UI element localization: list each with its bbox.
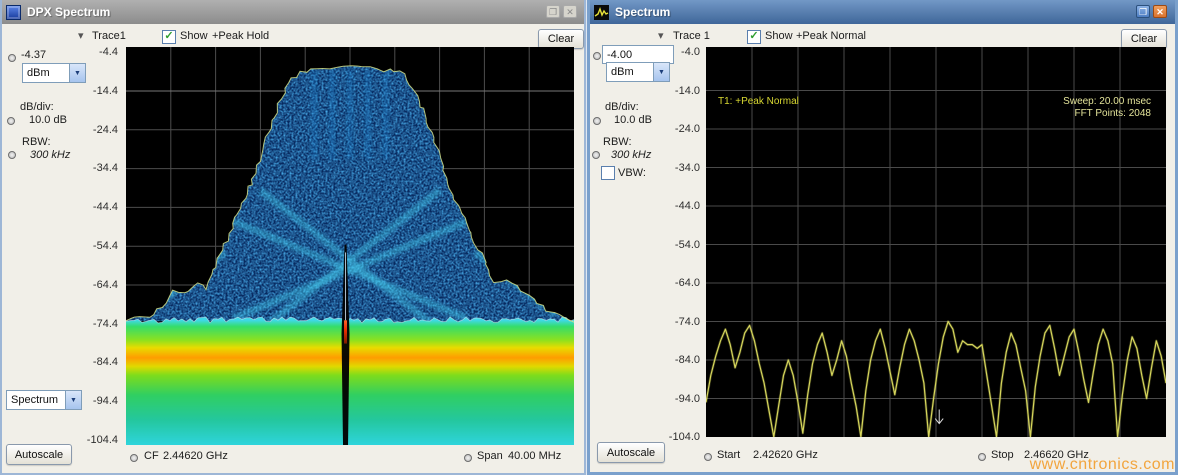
vbw-label: VBW:: [618, 167, 646, 179]
dpx-titlebar[interactable]: DPX Spectrum: [2, 0, 584, 24]
trace-info-annotation: T1: +Peak Normal: [718, 96, 799, 107]
y-axis-tick-label: -104.4: [68, 433, 118, 447]
restore-button[interactable]: [1136, 5, 1150, 18]
window-title: Spectrum: [615, 5, 670, 19]
rbw-label: RBW:: [603, 136, 632, 148]
detection-mode-label[interactable]: +Peak Normal: [796, 30, 866, 42]
db-div-label: dB/div:: [20, 101, 54, 113]
sweep-value: Sweep: 20.00 msec: [1063, 96, 1151, 108]
dropdown-arrow-icon[interactable]: [653, 63, 669, 81]
close-button[interactable]: [1153, 5, 1167, 18]
start-label: Start: [717, 449, 740, 461]
y-axis-tick-label: -64.0: [650, 276, 700, 290]
sweep-annotation: Sweep: 20.00 msec FFT Points: 2048: [1063, 96, 1151, 120]
db-div-value[interactable]: 10.0 dB: [29, 114, 67, 126]
units-dropdown[interactable]: dBm: [22, 63, 86, 83]
spectrum-window: Spectrum Trace 1 Show +Peak Normal Clear…: [587, 0, 1178, 475]
y-axis-tick-label: -94.4: [68, 394, 118, 408]
y-axis-tick-label: -84.0: [650, 353, 700, 367]
start-value[interactable]: 2.42620 GHz: [753, 449, 818, 461]
pin-icon[interactable]: [8, 54, 16, 62]
stop-label: Stop: [991, 449, 1014, 461]
y-axis-tick-label: -74.0: [650, 315, 700, 329]
trace-selector[interactable]: Trace1: [92, 30, 126, 42]
y-axis-tick-label: -4.0: [650, 45, 700, 59]
close-button[interactable]: [563, 5, 577, 18]
pin-icon[interactable]: [464, 454, 472, 462]
display-mode-value: Spectrum: [7, 394, 65, 406]
pin-icon[interactable]: [8, 151, 16, 159]
chevron-down-icon[interactable]: [78, 29, 84, 42]
units-value: dBm: [23, 67, 69, 79]
y-axis-tick-label: -54.4: [68, 239, 118, 253]
pin-icon[interactable]: [130, 454, 138, 462]
rbw-value[interactable]: 300 kHz: [611, 149, 651, 161]
show-checkbox[interactable]: [162, 30, 176, 44]
autoscale-button[interactable]: Autoscale: [597, 442, 665, 463]
dpx-app-icon: [6, 5, 21, 20]
y-axis-tick-label: -84.4: [68, 355, 118, 369]
cf-value[interactable]: 2.44620 GHz: [163, 450, 228, 462]
pin-icon[interactable]: [593, 52, 601, 60]
y-axis-tick-label: -14.4: [68, 84, 118, 98]
y-axis-tick-label: -14.0: [650, 84, 700, 98]
y-axis-tick-label: -24.0: [650, 122, 700, 136]
spectrum-titlebar[interactable]: Spectrum: [590, 0, 1175, 24]
y-axis-tick-label: -34.0: [650, 161, 700, 175]
window-title: DPX Spectrum: [27, 5, 110, 19]
trace-selector[interactable]: Trace 1: [673, 30, 710, 42]
units-value: dBm: [607, 66, 653, 78]
span-value[interactable]: 40.00 MHz: [508, 450, 561, 462]
span-label: Span: [477, 450, 503, 462]
spectrum-app-icon: [594, 5, 609, 20]
restore-button[interactable]: [546, 5, 560, 18]
dpx-spectrum-window: DPX Spectrum Trace1 Show +Peak Hold Clea…: [0, 0, 586, 475]
pin-icon[interactable]: [592, 151, 600, 159]
ref-level-value[interactable]: -4.37: [21, 49, 46, 61]
show-checkbox[interactable]: [747, 30, 761, 44]
y-axis-tick-label: -44.0: [650, 199, 700, 213]
clear-button[interactable]: Clear: [538, 29, 584, 49]
vbw-checkbox[interactable]: [601, 166, 615, 180]
rbw-value[interactable]: 300 kHz: [30, 149, 70, 161]
dpx-display-canvas[interactable]: [126, 47, 574, 445]
db-div-value[interactable]: 10.0 dB: [614, 114, 652, 126]
y-axis-tick-label: -24.4: [68, 123, 118, 137]
clear-button[interactable]: Clear: [1121, 29, 1167, 49]
y-axis-tick-label: -34.4: [68, 161, 118, 175]
show-label: Show: [765, 30, 793, 42]
units-dropdown[interactable]: dBm: [606, 62, 670, 82]
y-axis-tick-label: -4.4: [68, 45, 118, 59]
y-axis-tick-label: -54.0: [650, 238, 700, 252]
site-watermark: www.cntronics.com: [1030, 456, 1175, 474]
y-axis-tick-label: -74.4: [68, 317, 118, 331]
y-axis-tick-label: -104.0: [650, 430, 700, 444]
rbw-label: RBW:: [22, 136, 51, 148]
detection-mode-label[interactable]: +Peak Hold: [212, 30, 269, 42]
y-axis-tick-label: -64.4: [68, 278, 118, 292]
db-div-label: dB/div:: [605, 101, 639, 113]
pin-icon[interactable]: [978, 453, 986, 461]
y-axis-tick-label: -94.0: [650, 392, 700, 406]
pin-icon[interactable]: [593, 117, 601, 125]
autoscale-button[interactable]: Autoscale: [6, 444, 72, 465]
fft-points-value: FFT Points: 2048: [1063, 108, 1151, 120]
desktop: DPX Spectrum Trace1 Show +Peak Hold Clea…: [0, 0, 1178, 475]
dropdown-arrow-icon[interactable]: [69, 64, 85, 82]
chevron-down-icon[interactable]: [658, 29, 664, 42]
show-label: Show: [180, 30, 208, 42]
y-axis-tick-label: -44.4: [68, 200, 118, 214]
cf-label: CF: [144, 450, 159, 462]
pin-icon[interactable]: [704, 453, 712, 461]
pin-icon[interactable]: [7, 117, 15, 125]
